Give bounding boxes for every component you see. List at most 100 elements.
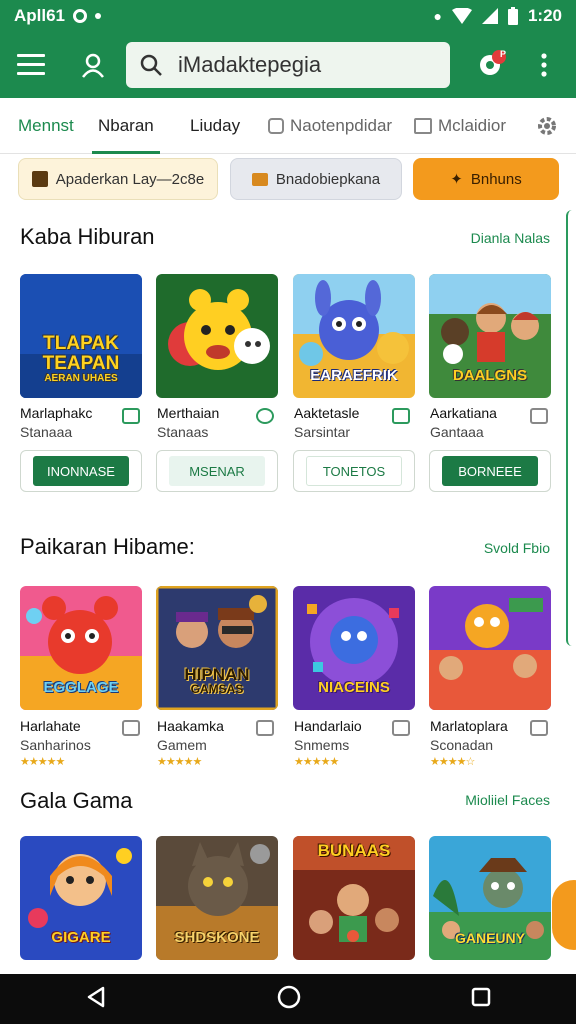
- app-tile[interactable]: EARAEFRIK: [293, 274, 415, 398]
- app-tile[interactable]: NIACEINS: [293, 586, 415, 710]
- install-card: BORNEEE: [429, 450, 551, 492]
- app-tile-title: HIPNAN: [184, 664, 250, 684]
- dot-icon: [95, 13, 102, 19]
- star-rating: ★★★★★: [157, 756, 202, 768]
- filter-chips: Apaderkan Lay—2c8e Bnadobiepkana ✦ Bnhun…: [0, 156, 576, 208]
- chip-label: Bnhuns: [470, 170, 522, 188]
- app-tile-title: EGGLAGE: [43, 679, 119, 697]
- section-see-all-link[interactable]: Mioliiel Faces: [465, 792, 550, 808]
- chip-label: Bnadobiepkana: [275, 170, 381, 188]
- status-left-text: Apll61: [14, 6, 66, 25]
- notification-icon: [73, 9, 88, 23]
- tab-label: Liuday: [190, 116, 241, 135]
- tab-mennst[interactable]: Mennst: [18, 98, 74, 154]
- app-tile[interactable]: TLAPAK TEAPAN AERAN UHAES: [20, 274, 142, 398]
- image-icon: [392, 720, 410, 736]
- image-icon: [530, 720, 548, 736]
- app-name: Harlahate: [20, 718, 81, 734]
- recents-icon[interactable]: [471, 987, 491, 1012]
- app-tile-subtitle: GAMSAS: [190, 682, 244, 697]
- app-tile[interactable]: BUNAAS: [293, 836, 415, 960]
- menu-icon[interactable]: [16, 50, 46, 80]
- app-bar: iMadaktepegia P: [0, 32, 576, 98]
- install-card: INONNASE: [20, 450, 142, 492]
- image-icon: [414, 118, 432, 134]
- search-icon: [140, 54, 162, 76]
- app-tile[interactable]: GIGARE: [20, 836, 142, 960]
- app-name: Haakamka: [157, 718, 224, 734]
- install-button[interactable]: MSENAR: [169, 456, 265, 486]
- section-see-all-link[interactable]: Dianla Nalas: [471, 230, 550, 246]
- box-icon: [31, 171, 48, 187]
- app-subtitle: Gantaaa: [430, 424, 484, 440]
- search-input[interactable]: iMadaktepegia: [178, 52, 321, 78]
- signal-icon: [481, 8, 498, 24]
- tab-label: Naotenpdidar: [290, 116, 393, 135]
- status-bar: Apll61 ● 1:20: [0, 0, 576, 32]
- floating-action-button[interactable]: [552, 880, 576, 950]
- app-tile-title: GIGARE: [51, 929, 111, 947]
- app-tile-subtitle: AERAN UHAES: [44, 372, 118, 384]
- app-tile-title: GANEUNY: [454, 930, 525, 947]
- tab-liuday[interactable]: Liuday: [190, 98, 240, 154]
- main-content[interactable]: Kaba Hiburan Dianla Nalas TLAPAK TEAPAN …: [0, 210, 576, 974]
- cart-icon: [392, 408, 410, 424]
- app-tile[interactable]: DAALGNS: [429, 274, 551, 398]
- install-button[interactable]: BORNEEE: [442, 456, 538, 486]
- app-tile[interactable]: GANEUNY: [429, 836, 551, 960]
- profile-icon[interactable]: [78, 50, 108, 80]
- chip-label: Apaderkan Lay—2c8e: [55, 170, 205, 188]
- app-subtitle: Sconadan: [430, 737, 494, 753]
- app-subtitle: Sarsintar: [294, 424, 351, 440]
- tab-label: Nbaran: [98, 116, 154, 135]
- app-subtitle: Sanharinos: [20, 737, 91, 753]
- section-see-all-link[interactable]: Svold Fbio: [484, 540, 550, 556]
- install-button[interactable]: TONETOS: [306, 456, 402, 486]
- app-tile-title: TLAPAK TEAPAN: [42, 332, 120, 374]
- app-tile[interactable]: HIPNAN GAMSAS: [156, 586, 278, 710]
- system-navigation-bar: [0, 974, 576, 1024]
- folder-icon: [251, 172, 268, 186]
- notification-bell-icon[interactable]: P: [474, 46, 510, 82]
- section-title: Kaba Hiburan: [20, 224, 155, 249]
- image-icon: [256, 720, 274, 736]
- app-tile-title: SHDSKONE: [174, 929, 260, 947]
- app-tile-title: EARAEFRIK: [310, 367, 398, 385]
- hexagon-icon: [268, 118, 284, 134]
- chip-bnadobiepkana[interactable]: Bnadobiepkana: [230, 158, 402, 200]
- app-name: Aaktetasle: [294, 405, 360, 421]
- more-options-icon[interactable]: [530, 50, 558, 80]
- chip-apaderkan[interactable]: Apaderkan Lay—2c8e: [18, 158, 218, 200]
- wifi-icon: [451, 8, 472, 24]
- tab-mclaidior[interactable]: Mclaidior: [414, 98, 506, 154]
- app-tile[interactable]: EGGLAGE: [20, 586, 142, 710]
- app-subtitle: Gamem: [157, 737, 207, 753]
- star-rating: ★★★★☆: [430, 756, 475, 768]
- image-icon: [530, 408, 548, 424]
- section-title: Paikaran Hibame:: [20, 534, 195, 559]
- status-time: 1:20: [527, 6, 562, 25]
- settings-gear-icon[interactable]: [536, 98, 558, 154]
- install-card: TONETOS: [293, 450, 415, 492]
- app-tile[interactable]: [429, 586, 551, 710]
- tab-naotenpdidar[interactable]: Naotenpdidar: [268, 98, 392, 154]
- app-tile[interactable]: [156, 274, 278, 398]
- tab-label: Mclaidior: [438, 116, 507, 135]
- app-subtitle: Snmems: [294, 737, 350, 753]
- star-rating: ★★★★★: [20, 756, 65, 768]
- app-tile-title: BUNAAS: [317, 841, 391, 860]
- search-bar[interactable]: iMadaktepegia: [126, 42, 450, 88]
- app-tile[interactable]: SHDSKONE: [156, 836, 278, 960]
- app-name: Marlaphakc: [20, 405, 93, 421]
- home-icon[interactable]: [277, 985, 301, 1014]
- tab-nbaran[interactable]: Nbaran: [92, 98, 160, 154]
- pin-icon: [256, 408, 274, 424]
- category-tabs: Mennst Nbaran Liuday Naotenpdidar Mclaid…: [0, 98, 576, 154]
- back-icon[interactable]: [85, 986, 107, 1013]
- data-icon: ●: [433, 8, 442, 24]
- notification-badge: P: [499, 49, 506, 59]
- side-panel-edge: [566, 210, 576, 646]
- app-name: Marlatoplara: [430, 718, 508, 734]
- install-button[interactable]: INONNASE: [33, 456, 129, 486]
- chip-bnhuns[interactable]: ✦ Bnhuns: [413, 158, 559, 200]
